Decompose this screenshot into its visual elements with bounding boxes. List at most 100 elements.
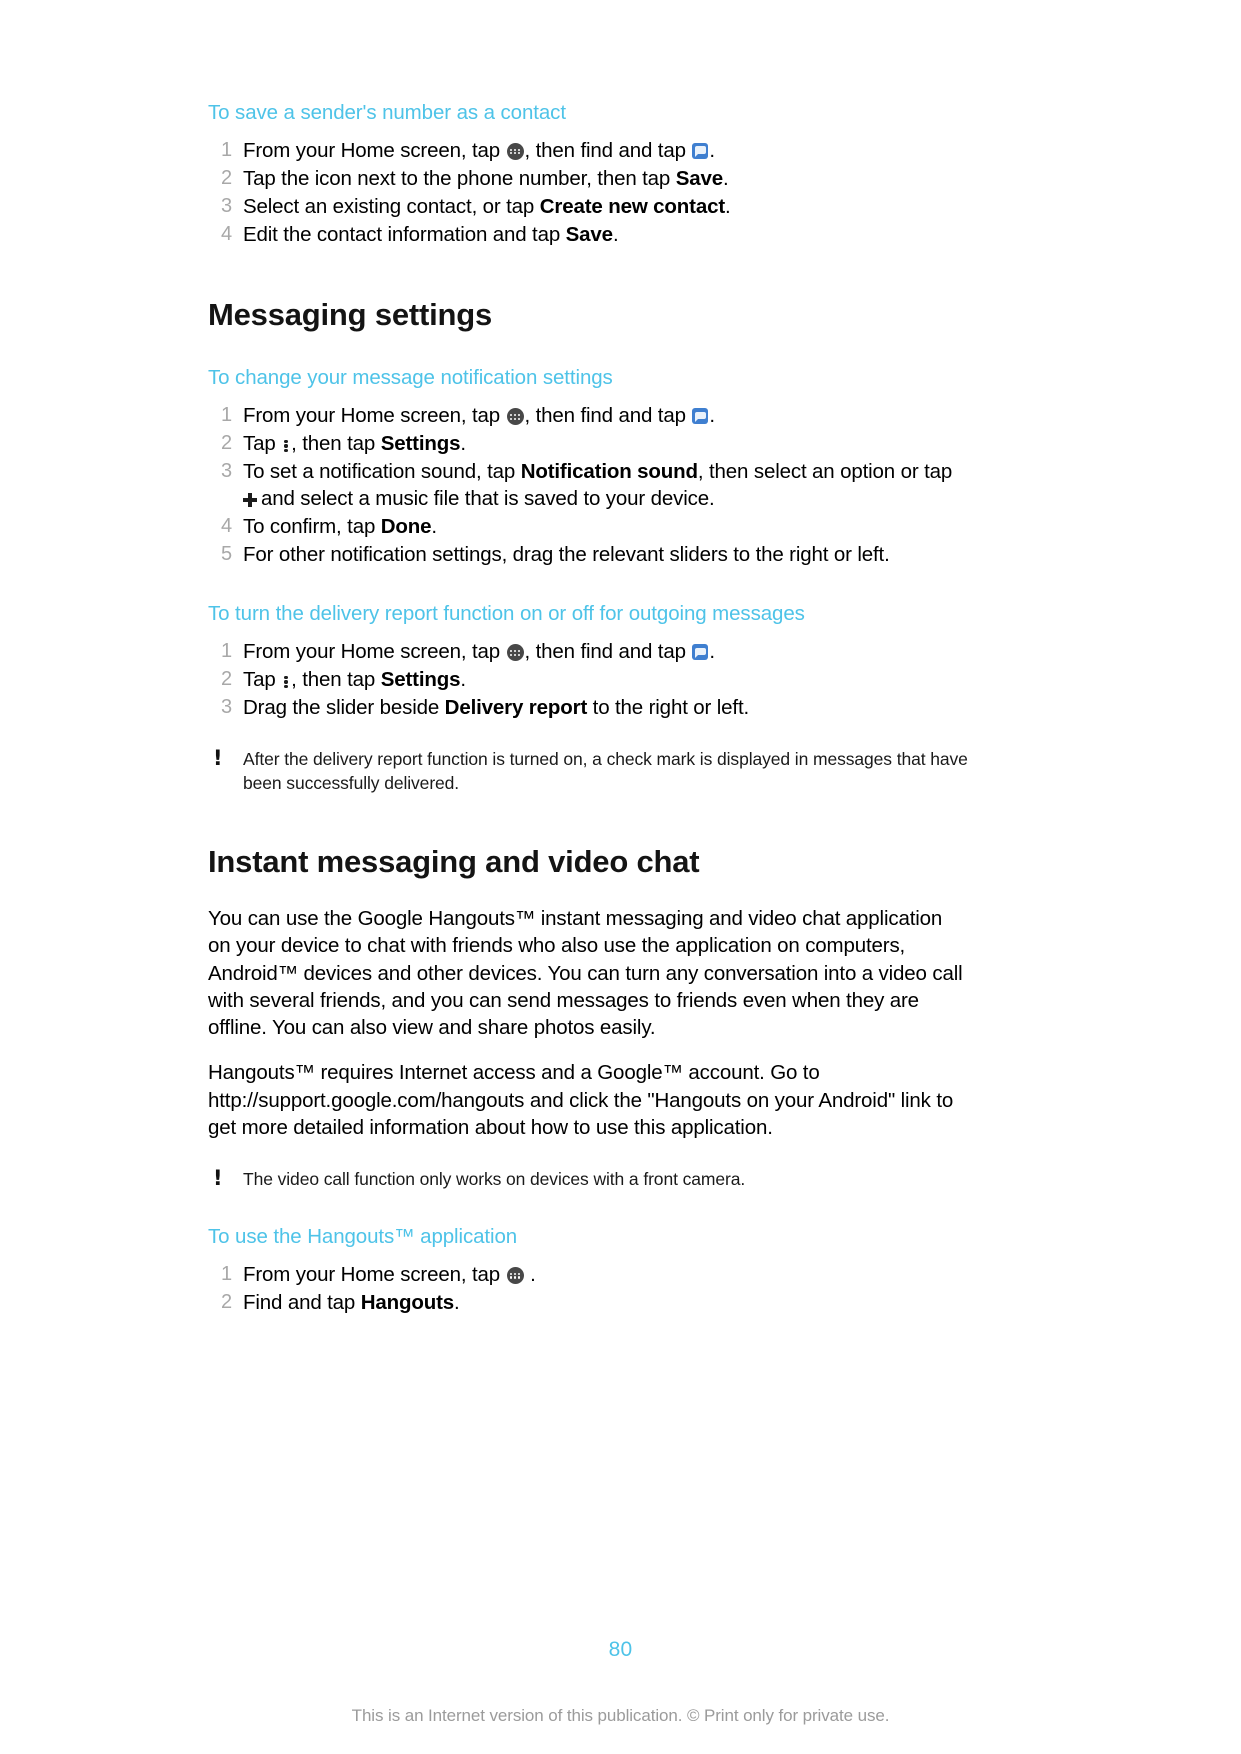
- step-text-part: .: [709, 404, 715, 428]
- section-instant-messaging: Instant messaging and video chat You can…: [208, 844, 968, 1316]
- section-heading-messaging-settings: Messaging settings: [208, 296, 493, 332]
- step-number: 1: [221, 138, 232, 161]
- exclamation-icon: !: [213, 1166, 223, 1191]
- step-emphasis: Hangouts: [360, 1290, 455, 1314]
- step-text-part: , then find and tap: [524, 138, 692, 162]
- step-text-part: and select a music file that is saved to…: [261, 487, 715, 511]
- step-text-part: , then tap: [291, 432, 381, 456]
- messaging-icon: [692, 408, 709, 425]
- page-content: To save a sender's number as a contact 1…: [208, 100, 968, 1317]
- step-number: 2: [221, 668, 232, 691]
- section-heading-instant-messaging: Instant messaging and video chat: [208, 844, 700, 880]
- step-item: 2 Tap the icon next to the phone number,…: [208, 165, 968, 192]
- step-emphasis: Delivery report: [444, 696, 588, 720]
- step-number: 4: [221, 222, 232, 245]
- page-number: 80: [608, 1638, 633, 1661]
- step-number: 2: [221, 432, 232, 455]
- step-text-part: For other notification settings, drag th…: [243, 543, 890, 567]
- overflow-menu-icon: [283, 437, 289, 453]
- step-text-part: Tap the icon next to the phone number, t…: [243, 166, 676, 190]
- app-drawer-icon: [506, 1266, 524, 1284]
- step-item: 5 For other notification settings, drag …: [208, 541, 968, 568]
- step-item: 3 To set a notification sound, tap Notif…: [208, 458, 968, 512]
- step-number: 2: [221, 1290, 232, 1313]
- step-text-part: .: [530, 1262, 536, 1286]
- step-item: 1 From your Home screen, tap , then find…: [208, 638, 968, 665]
- procedure-use-hangouts: To use the Hangouts™ application 1 From …: [208, 1224, 968, 1316]
- messaging-icon: [692, 142, 709, 159]
- step-number: 1: [221, 404, 232, 427]
- steps-delivery-report: 1 From your Home screen, tap , then find…: [208, 638, 968, 721]
- procedure-notification-settings: To change your message notification sett…: [208, 365, 968, 568]
- step-text-part: To confirm, tap: [243, 515, 381, 539]
- step-text-part: to the right or left.: [587, 696, 750, 720]
- step-item: 1 From your Home screen, tap .: [208, 1261, 968, 1288]
- step-item: 3 Select an existing contact, or tap Cre…: [208, 193, 968, 220]
- step-text-part: , then find and tap: [524, 639, 692, 663]
- step-text-part: .: [460, 668, 466, 692]
- step-text-part: .: [454, 1290, 460, 1314]
- step-item: 1 From your Home screen, tap , then find…: [208, 137, 968, 164]
- paragraph-hangouts-requirements: Hangouts™ requires Internet access and a…: [208, 1061, 954, 1139]
- step-text-part: , then find and tap: [524, 404, 692, 428]
- step-item: 4 To confirm, tap Done.: [208, 513, 968, 540]
- step-text-part: Tap: [243, 432, 282, 456]
- steps-notification-settings: 1 From your Home screen, tap , then find…: [208, 402, 968, 568]
- paragraph-hangouts-intro: You can use the Google Hangouts™ instant…: [208, 907, 963, 1040]
- procedure-title-use-hangouts: To use the Hangouts™ application: [208, 1225, 518, 1249]
- step-number: 4: [221, 515, 232, 538]
- section-messaging-settings: Messaging settings To change your messag…: [208, 297, 968, 796]
- step-item: 1 From your Home screen, tap , then find…: [208, 402, 968, 429]
- step-number: 5: [221, 543, 232, 566]
- step-text-part: Select an existing contact, or tap: [243, 194, 540, 218]
- step-text-part: .: [431, 515, 437, 539]
- step-text-part: .: [723, 166, 729, 190]
- procedure-title-delivery-report: To turn the delivery report function on …: [208, 602, 805, 626]
- messaging-icon: [692, 643, 709, 660]
- step-text-part: From your Home screen, tap: [243, 404, 506, 428]
- step-text-part: .: [612, 222, 619, 246]
- step-number: 3: [221, 696, 232, 719]
- note-video-call: ! The video call function only works on …: [208, 1166, 968, 1191]
- step-emphasis: Notification sound: [520, 460, 698, 484]
- overflow-menu-icon: [283, 673, 289, 689]
- step-text-part: To set a notification sound, tap: [243, 460, 521, 484]
- step-emphasis: Save: [565, 222, 613, 246]
- step-text-part: .: [709, 138, 715, 162]
- app-drawer-icon: [506, 408, 524, 426]
- step-text-part: .: [709, 639, 715, 663]
- step-number: 1: [221, 1262, 232, 1285]
- step-text-part: From your Home screen, tap: [243, 639, 506, 663]
- step-text-part: .: [460, 432, 466, 456]
- step-text-part: .: [725, 194, 731, 218]
- app-drawer-icon: [506, 142, 524, 160]
- steps-use-hangouts: 1 From your Home screen, tap . 2 Find an…: [208, 1261, 968, 1316]
- step-text-part: , then tap: [291, 668, 381, 692]
- step-item: 2 Find and tap Hangouts.: [208, 1289, 968, 1316]
- step-text-part: , then select an option or tap: [697, 460, 953, 484]
- step-number: 3: [221, 194, 232, 217]
- exclamation-icon: !: [213, 746, 223, 771]
- steps-save-sender: 1 From your Home screen, tap , then find…: [208, 137, 968, 248]
- step-item: 2 Tap , then tap Settings.: [208, 666, 968, 693]
- plus-icon: [243, 493, 257, 508]
- step-emphasis: Done: [380, 515, 432, 539]
- manual-page: To save a sender's number as a contact 1…: [0, 0, 1241, 1754]
- step-text-part: Find and tap: [243, 1290, 361, 1314]
- step-emphasis: Save: [675, 166, 724, 190]
- step-number: 3: [221, 460, 232, 483]
- step-text-part: Tap: [243, 668, 282, 692]
- step-emphasis: Create new contact: [539, 194, 726, 218]
- procedure-title-save-sender: To save a sender's number as a contact: [208, 101, 566, 124]
- step-number: 2: [221, 166, 232, 189]
- step-text-part: Drag the slider beside: [243, 696, 445, 720]
- step-number: 1: [221, 639, 232, 662]
- app-drawer-icon: [506, 643, 524, 661]
- note-delivery-report: ! After the delivery report function is …: [208, 746, 968, 795]
- note-text: The video call function only works on de…: [243, 1169, 746, 1190]
- procedure-delivery-report: To turn the delivery report function on …: [208, 601, 968, 721]
- footer-disclaimer: This is an Internet version of this publ…: [351, 1706, 890, 1725]
- step-emphasis: Settings: [380, 432, 461, 456]
- step-emphasis: Settings: [380, 668, 461, 692]
- step-item: 4 Edit the contact information and tap S…: [208, 221, 968, 248]
